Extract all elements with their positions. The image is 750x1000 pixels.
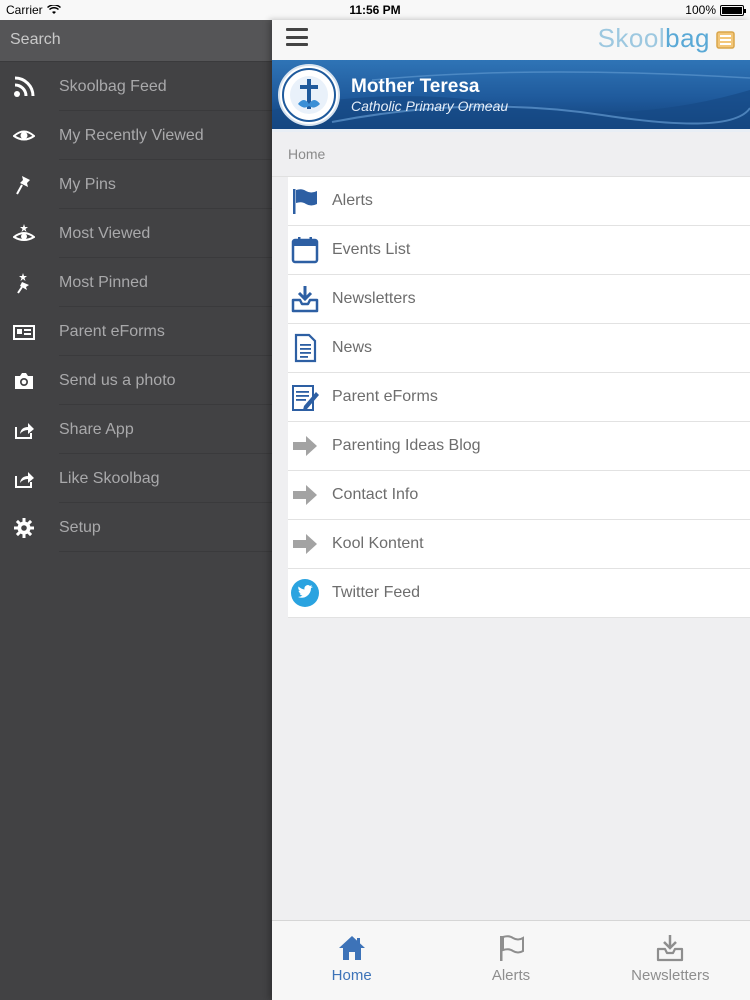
skoolbag-book-icon	[716, 31, 735, 49]
bottom-tab-bar: Home Alerts Newsletters	[272, 920, 750, 1000]
menu-item-label: Alerts	[332, 192, 373, 209]
menu-item-label: Twitter Feed	[332, 584, 421, 601]
skoolbag-logo: Skoolbag	[598, 23, 710, 54]
arrow-right-icon	[288, 520, 332, 569]
form-edit-icon	[288, 373, 332, 422]
menu-item-kool-kontent[interactable]: Kool Kontent	[288, 520, 750, 569]
sidebar-item-label: My Recently Viewed	[59, 111, 272, 160]
menu-item-alerts[interactable]: Alerts	[288, 177, 750, 226]
camera-icon	[0, 356, 59, 405]
status-bar: Carrier 11:56 PM 100%	[0, 0, 750, 20]
sidebar-item-most-pinned[interactable]: Most Pinned	[0, 258, 272, 307]
pin-star-icon	[0, 258, 59, 307]
menu-item-parenting-ideas-blog[interactable]: Parenting Ideas Blog	[288, 422, 750, 471]
brand-part-1: Skool	[597, 23, 666, 53]
sidebar-item-label: Like Skoolbag	[59, 454, 272, 503]
breadcrumb: Home	[272, 132, 750, 177]
battery-percent: 100%	[685, 3, 716, 17]
share-icon	[0, 454, 59, 503]
brand-part-2: bag	[665, 23, 710, 53]
home-icon	[338, 936, 365, 960]
sidebar-item-parent-eforms[interactable]: Parent eForms	[0, 307, 272, 356]
id-card-icon	[0, 307, 59, 356]
sidebar-item-label: Setup	[59, 503, 272, 552]
search-input[interactable]: Search	[0, 20, 272, 62]
menu-item-twitter-feed[interactable]: Twitter Feed	[288, 569, 750, 618]
sidebar-item-label: Most Pinned	[59, 258, 272, 307]
tab-home[interactable]: Home	[272, 921, 431, 1000]
calendar-icon	[288, 226, 332, 275]
sidebar-item-my-pins[interactable]: My Pins	[0, 160, 272, 209]
school-banner: Mother Teresa Catholic Primary Ormeau	[272, 60, 750, 132]
main-panel: Skoolbag Mother Teresa Catholic Primary …	[272, 20, 750, 1000]
arrow-right-icon	[288, 471, 332, 520]
eye-icon	[0, 111, 59, 160]
menu-item-news[interactable]: News	[288, 324, 750, 373]
sidebar-item-share-app[interactable]: Share App	[0, 405, 272, 454]
sidebar-item-label: Parent eForms	[59, 307, 272, 356]
menu-item-label: Kool Kontent	[332, 535, 424, 552]
menu-item-contact-info[interactable]: Contact Info	[288, 471, 750, 520]
flag-icon	[499, 935, 524, 961]
sidebar-item-most-viewed[interactable]: Most Viewed	[0, 209, 272, 258]
menu-item-label: Parenting Ideas Blog	[332, 437, 481, 454]
tab-alerts[interactable]: Alerts	[431, 921, 590, 1000]
gear-icon	[0, 503, 59, 552]
top-bar: Skoolbag	[272, 20, 750, 60]
twitter-icon	[288, 569, 332, 618]
sidebar-item-setup[interactable]: Setup	[0, 503, 272, 552]
clock: 11:56 PM	[349, 3, 401, 17]
school-crest-logo	[278, 64, 340, 126]
battery-info: 100%	[685, 3, 746, 17]
flag-icon	[288, 177, 332, 226]
inbox-download-icon	[657, 935, 684, 962]
tab-label: Alerts	[491, 967, 531, 984]
menu-item-label: News	[332, 339, 373, 356]
home-menu-list: Alerts Events List Newsletters News Pare…	[288, 177, 750, 618]
sidebar-item-skoolbag-feed[interactable]: Skoolbag Feed	[0, 62, 272, 111]
school-name: Mother Teresa	[351, 76, 480, 97]
eye-star-icon	[0, 209, 59, 258]
battery-icon	[720, 4, 746, 16]
menu-item-newsletters[interactable]: Newsletters	[288, 275, 750, 324]
inbox-download-icon	[288, 275, 332, 324]
sidebar-item-label: Send us a photo	[59, 356, 272, 405]
sidebar-menu: Search Skoolbag Feed My Recently Viewed …	[0, 20, 272, 1000]
sidebar-item-label: My Pins	[59, 160, 272, 209]
rss-icon	[0, 62, 59, 111]
sidebar-item-recently-viewed[interactable]: My Recently Viewed	[0, 111, 272, 160]
menu-item-events-list[interactable]: Events List	[288, 226, 750, 275]
menu-item-label: Contact Info	[332, 486, 419, 503]
arrow-right-icon	[288, 422, 332, 471]
tab-label: Home	[331, 967, 372, 984]
menu-item-parent-eforms[interactable]: Parent eForms	[288, 373, 750, 422]
document-icon	[288, 324, 332, 373]
tab-newsletters[interactable]: Newsletters	[591, 921, 750, 1000]
hamburger-menu-icon[interactable]	[286, 27, 308, 47]
share-icon	[0, 405, 59, 454]
banner-wave-decoration	[272, 71, 750, 129]
menu-item-label: Parent eForms	[332, 388, 438, 405]
sidebar-item-label: Share App	[59, 405, 272, 454]
sidebar-item-label: Most Viewed	[59, 209, 272, 258]
menu-item-label: Events List	[332, 241, 411, 258]
sidebar-item-label: Skoolbag Feed	[59, 62, 272, 111]
sidebar-item-like-skoolbag[interactable]: Like Skoolbag	[0, 454, 272, 503]
sidebar-item-send-photo[interactable]: Send us a photo	[0, 356, 272, 405]
school-subtitle: Catholic Primary Ormeau	[351, 98, 509, 114]
pin-icon	[0, 160, 59, 209]
tab-label: Newsletters	[631, 967, 710, 984]
menu-item-label: Newsletters	[332, 290, 416, 307]
